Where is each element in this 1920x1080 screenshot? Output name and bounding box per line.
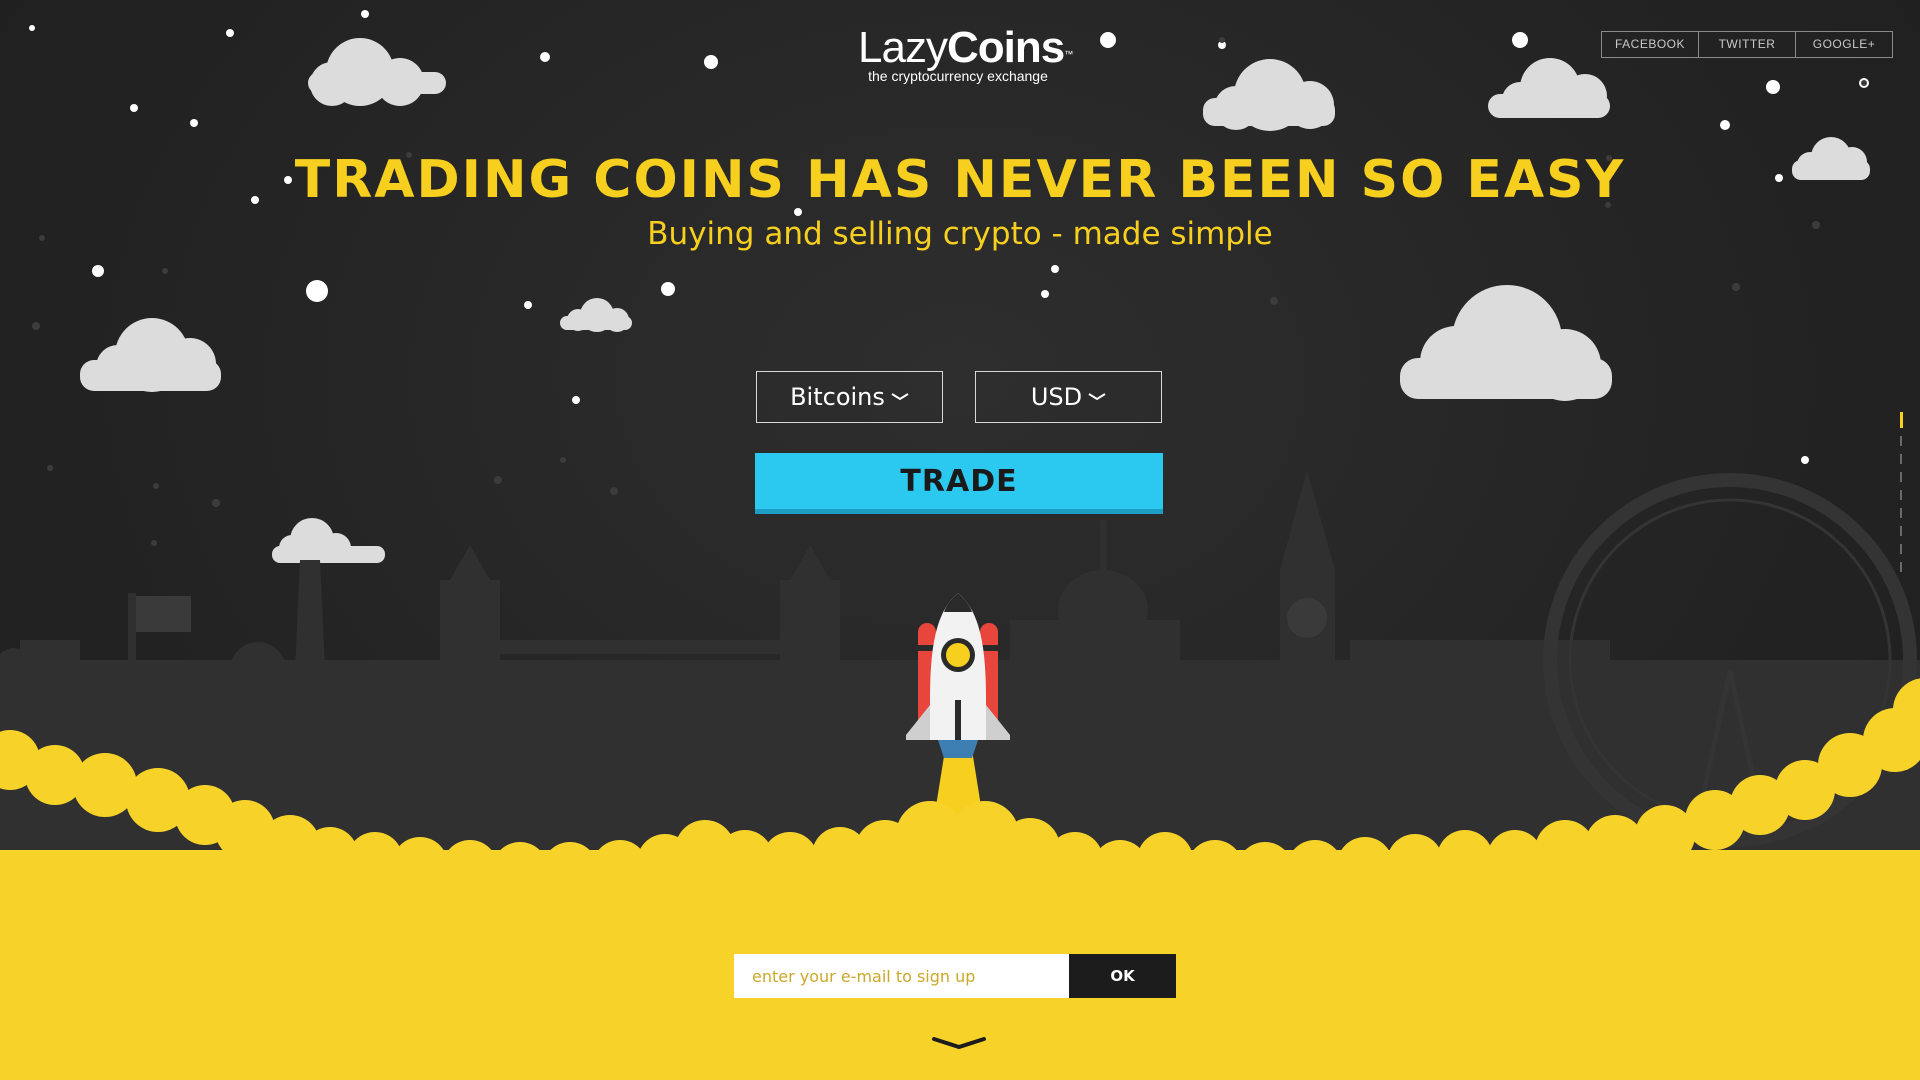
logo-trademark: ™ (1064, 49, 1073, 59)
logo-wordmark: LazyCoins™ (858, 23, 1073, 72)
landing-page: LazyCoins™ the cryptocurrency exchange F… (0, 0, 1920, 1080)
side-page-indicator[interactable] (1898, 412, 1904, 582)
cloud-icon (80, 318, 221, 392)
coin-select[interactable]: Bitcoins (756, 371, 943, 423)
rocket-icon (906, 593, 1010, 758)
social-links: FACEBOOK TWITTER GOOGLE+ (1601, 31, 1893, 58)
hero-headline: TRADING COINS HAS NEVER BEEN SO EASY (294, 150, 1626, 210)
chevron-down-icon (891, 393, 909, 401)
signup-form: OK (734, 954, 1176, 998)
cloud-icon (1400, 285, 1612, 401)
twitter-link[interactable]: TWITTER (1698, 32, 1795, 57)
logo-word-light: Lazy (858, 23, 948, 72)
facebook-link[interactable]: FACEBOOK (1602, 32, 1698, 57)
logo-tagline: the cryptocurrency exchange (868, 68, 1048, 84)
email-input[interactable] (734, 954, 1069, 998)
google-plus-link[interactable]: GOOGLE+ (1795, 32, 1892, 57)
cloud-icon (272, 518, 385, 563)
logo[interactable]: LazyCoins™ the cryptocurrency exchange (858, 23, 1073, 85)
chevron-down-icon (1088, 393, 1106, 401)
coin-select-value: Bitcoins (790, 383, 885, 411)
cloud-icon (560, 298, 632, 332)
currency-select[interactable]: USD (975, 371, 1162, 423)
currency-select-value: USD (1030, 383, 1083, 411)
cloud-icon (1488, 58, 1610, 118)
signup-ok-button[interactable]: OK (1069, 954, 1176, 998)
trade-button[interactable]: TRADE (755, 453, 1163, 514)
hero-subheadline: Buying and selling crypto - made simple (647, 216, 1273, 252)
scroll-down-icon[interactable] (932, 1036, 986, 1050)
cloud-icon (308, 38, 446, 106)
cloud-icon (1203, 59, 1335, 131)
logo-word-bold: Coins (946, 23, 1065, 72)
